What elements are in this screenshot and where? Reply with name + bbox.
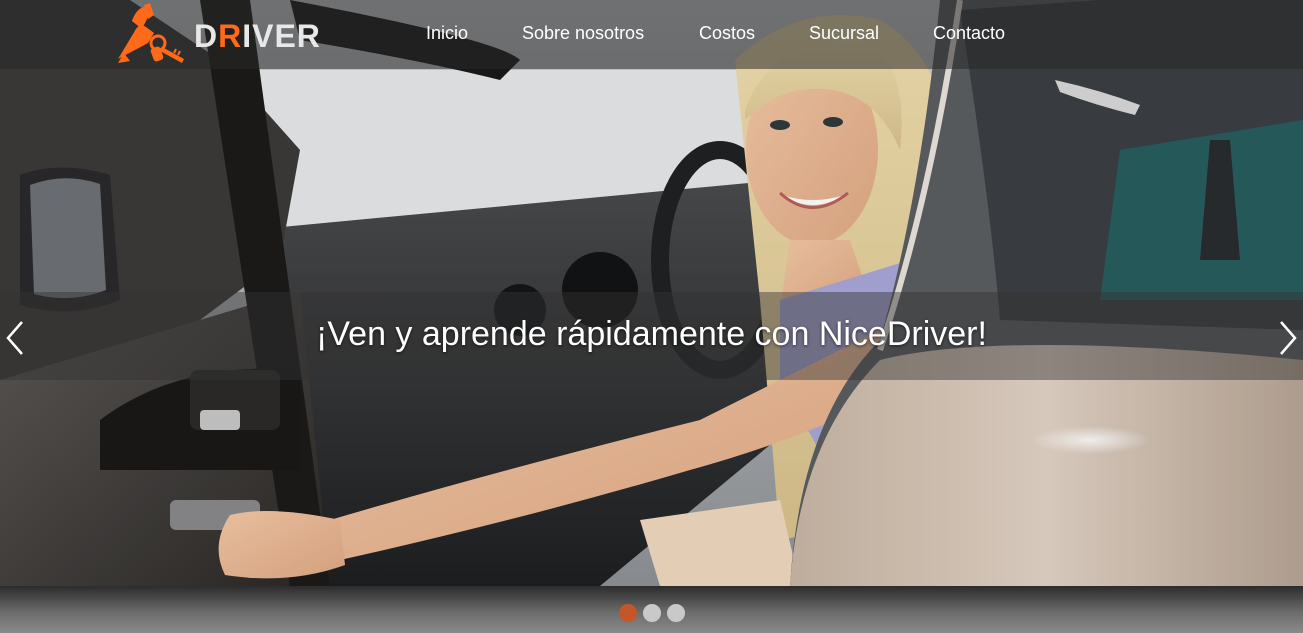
carousel-indicators	[619, 604, 685, 622]
carousel-dot-1[interactable]	[619, 604, 637, 622]
nav-item-sucursal[interactable]: Sucursal	[809, 22, 879, 44]
slide-caption-band: ¡Ven y aprende rápidamente con NiceDrive…	[0, 292, 1303, 380]
nav-item-inicio[interactable]: Inicio	[426, 22, 468, 44]
carousel-prev-button[interactable]	[0, 318, 30, 358]
slide-caption: ¡Ven y aprende rápidamente con NiceDrive…	[316, 315, 987, 353]
nav-item-costos[interactable]: Costos	[699, 22, 755, 44]
page: DRIVER Inicio Sobre nosotros Costos Sucu…	[0, 0, 1303, 633]
chevron-right-icon	[1280, 321, 1297, 355]
carousel-dot-3[interactable]	[667, 604, 685, 622]
nav-item-contacto[interactable]: Contacto	[933, 22, 1005, 44]
main-nav: Inicio Sobre nosotros Costos Sucursal Co…	[0, 0, 1303, 69]
carousel-next-button[interactable]	[1273, 318, 1303, 358]
nav-item-sobre-nosotros[interactable]: Sobre nosotros	[522, 22, 644, 44]
carousel-dot-2[interactable]	[643, 604, 661, 622]
chevron-left-icon	[6, 321, 23, 355]
top-navbar: DRIVER Inicio Sobre nosotros Costos Sucu…	[0, 0, 1303, 69]
